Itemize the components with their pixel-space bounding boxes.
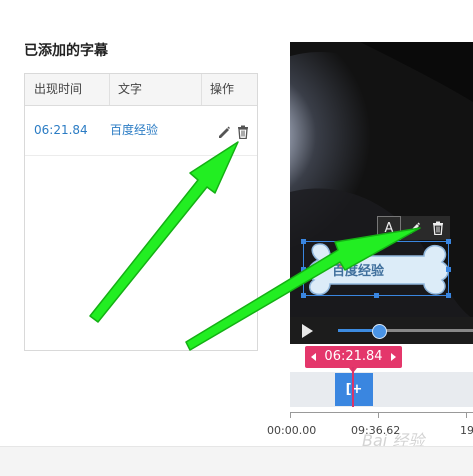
font-style-button[interactable]: A <box>377 216 401 240</box>
subtitle-row[interactable]: 06:21.84 百度经验 <box>25 106 257 156</box>
subtitle-time[interactable]: 06:21.84 <box>34 106 88 155</box>
subtitle-bubble-text: 百度经验 <box>332 264 385 279</box>
subtitle-edit-toolbar: A <box>377 216 450 240</box>
ruler-tick <box>290 412 291 418</box>
ruler-tick <box>378 412 379 418</box>
ruler-label: 19 <box>460 424 473 437</box>
resize-handle[interactable] <box>301 267 306 272</box>
current-time-label: 06:21.84 <box>324 349 383 364</box>
resize-handle[interactable] <box>301 293 306 298</box>
playhead[interactable] <box>352 367 354 407</box>
ruler-tick <box>466 412 467 418</box>
subtitle-text[interactable]: 百度经验 <box>110 106 158 155</box>
trash-icon[interactable] <box>426 216 450 240</box>
resize-handle[interactable] <box>301 239 306 244</box>
header-time: 出现时间 <box>34 82 83 96</box>
column-divider <box>201 74 202 105</box>
resize-handle[interactable] <box>446 239 451 244</box>
resize-handle[interactable] <box>374 239 379 244</box>
ruler-label: 00:00.00 <box>267 424 317 437</box>
subtitle-clip[interactable]: [+ +] <box>335 373 373 430</box>
time-ruler <box>290 412 473 413</box>
subtitle-bubble[interactable]: 百度经验 <box>301 239 451 298</box>
trash-icon[interactable] <box>236 124 250 140</box>
play-icon[interactable] <box>302 324 313 338</box>
footer-bar <box>0 446 473 476</box>
progress-bar[interactable] <box>338 324 473 339</box>
player-controls <box>290 317 473 344</box>
pencil-icon[interactable] <box>402 216 426 240</box>
subtitle-list-panel: 出现时间 文字 操作 06:21.84 百度经验 <box>24 73 258 351</box>
pencil-icon[interactable] <box>217 124 231 138</box>
header-operations: 操作 <box>210 82 235 96</box>
resize-handle[interactable] <box>446 267 451 272</box>
resize-handle[interactable] <box>446 293 451 298</box>
section-title: 已添加的字幕 <box>24 43 108 59</box>
column-divider <box>109 74 110 105</box>
header-text: 文字 <box>118 82 143 96</box>
current-time-chip[interactable]: 06:21.84 <box>305 346 402 373</box>
timeline-track[interactable] <box>290 372 473 407</box>
resize-handle[interactable] <box>374 293 379 298</box>
table-header: 出现时间 文字 操作 <box>25 74 257 106</box>
step-forward-icon[interactable] <box>391 353 396 361</box>
progress-knob[interactable] <box>371 324 387 339</box>
